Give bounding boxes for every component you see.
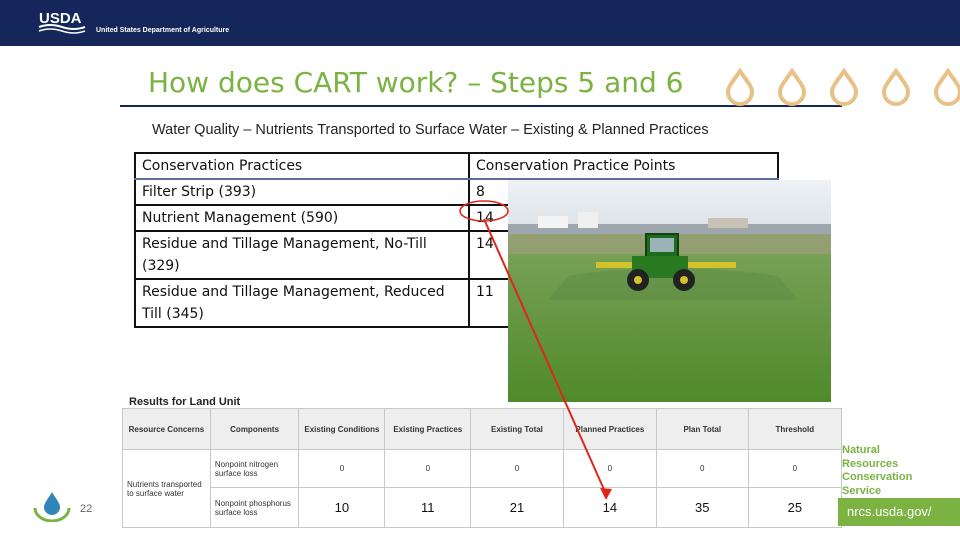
col-existing-conditions: Existing Conditions [298, 408, 386, 450]
header-practices: Conservation Practices [134, 152, 470, 180]
page-number: 22 [80, 503, 93, 515]
results-table: Resource Concerns Components Existing Co… [122, 408, 843, 528]
practice-name: Nutrient Management (590) [134, 204, 470, 232]
results-label: Results for Land Unit [129, 396, 241, 408]
agency-name-line: Natural [842, 444, 880, 456]
results-panel: Resource Concerns Components Existing Co… [122, 408, 843, 532]
existing-conditions: 0 [298, 449, 386, 488]
threshold: 25 [747, 487, 843, 528]
table-header-row: Conservation Practices Conservation Prac… [134, 152, 779, 180]
component: Nonpoint nitrogen surface loss [209, 449, 300, 488]
results-header-row: Resource Concerns Components Existing Co… [122, 408, 843, 450]
practice-name: Residue and Tillage Management, No-Till … [134, 230, 470, 280]
threshold: 0 [747, 449, 843, 488]
nrcs-drop-logo [33, 492, 71, 522]
col-resource-concerns: Resource Concerns [122, 408, 211, 450]
plan-total: 0 [655, 449, 749, 488]
col-existing-total: Existing Total [470, 408, 564, 450]
practice-name: Filter Strip (393) [134, 178, 470, 206]
existing-total: 21 [470, 487, 564, 528]
header-points: Conservation Practice Points [468, 152, 779, 180]
planned-practices: 0 [562, 449, 657, 488]
agency-url[interactable]: nrcs.usda.gov/ [847, 504, 932, 519]
agency-name: Natural Resources Conservation Service [842, 444, 912, 498]
existing-practices: 0 [384, 449, 472, 488]
component: Nonpoint phosphorus surface loss [209, 487, 300, 528]
col-planned-practices: Planned Practices [562, 408, 657, 450]
col-components: Components [209, 408, 300, 450]
planned-practices: 14 [562, 487, 657, 528]
slide-title: How does CART work? – Steps 5 and 6 [148, 66, 684, 99]
table-row: Nutrients transported to surface water N… [122, 449, 843, 528]
col-plan-total: Plan Total [655, 408, 749, 450]
tractor-field-photo [508, 180, 831, 402]
existing-practices: 11 [384, 487, 472, 528]
org-name: United States Department of Agriculture [96, 27, 230, 34]
existing-conditions: 10 [298, 487, 386, 528]
agency-name-line: Service [842, 484, 882, 497]
plan-total: 35 [655, 487, 749, 528]
slide-subtitle: Water Quality – Nutrients Transported to… [152, 122, 709, 138]
col-existing-practices: Existing Practices [384, 408, 472, 450]
col-threshold: Threshold [747, 408, 843, 450]
practice-name: Residue and Tillage Management, Reduced … [134, 278, 470, 328]
existing-total: 0 [470, 449, 564, 488]
resource-concern: Nutrients transported to surface water [122, 449, 211, 528]
water-drop-icons [725, 67, 960, 106]
agency-name-line: Conservation [842, 471, 913, 483]
table-row: Nonpoint phosphorus surface loss 10 11 2… [123, 487, 843, 528]
header-bar: USDA United States Department of Agricul… [0, 0, 960, 46]
usda-logo: USDA [38, 10, 86, 34]
agency-name-line: Resources [842, 457, 899, 470]
